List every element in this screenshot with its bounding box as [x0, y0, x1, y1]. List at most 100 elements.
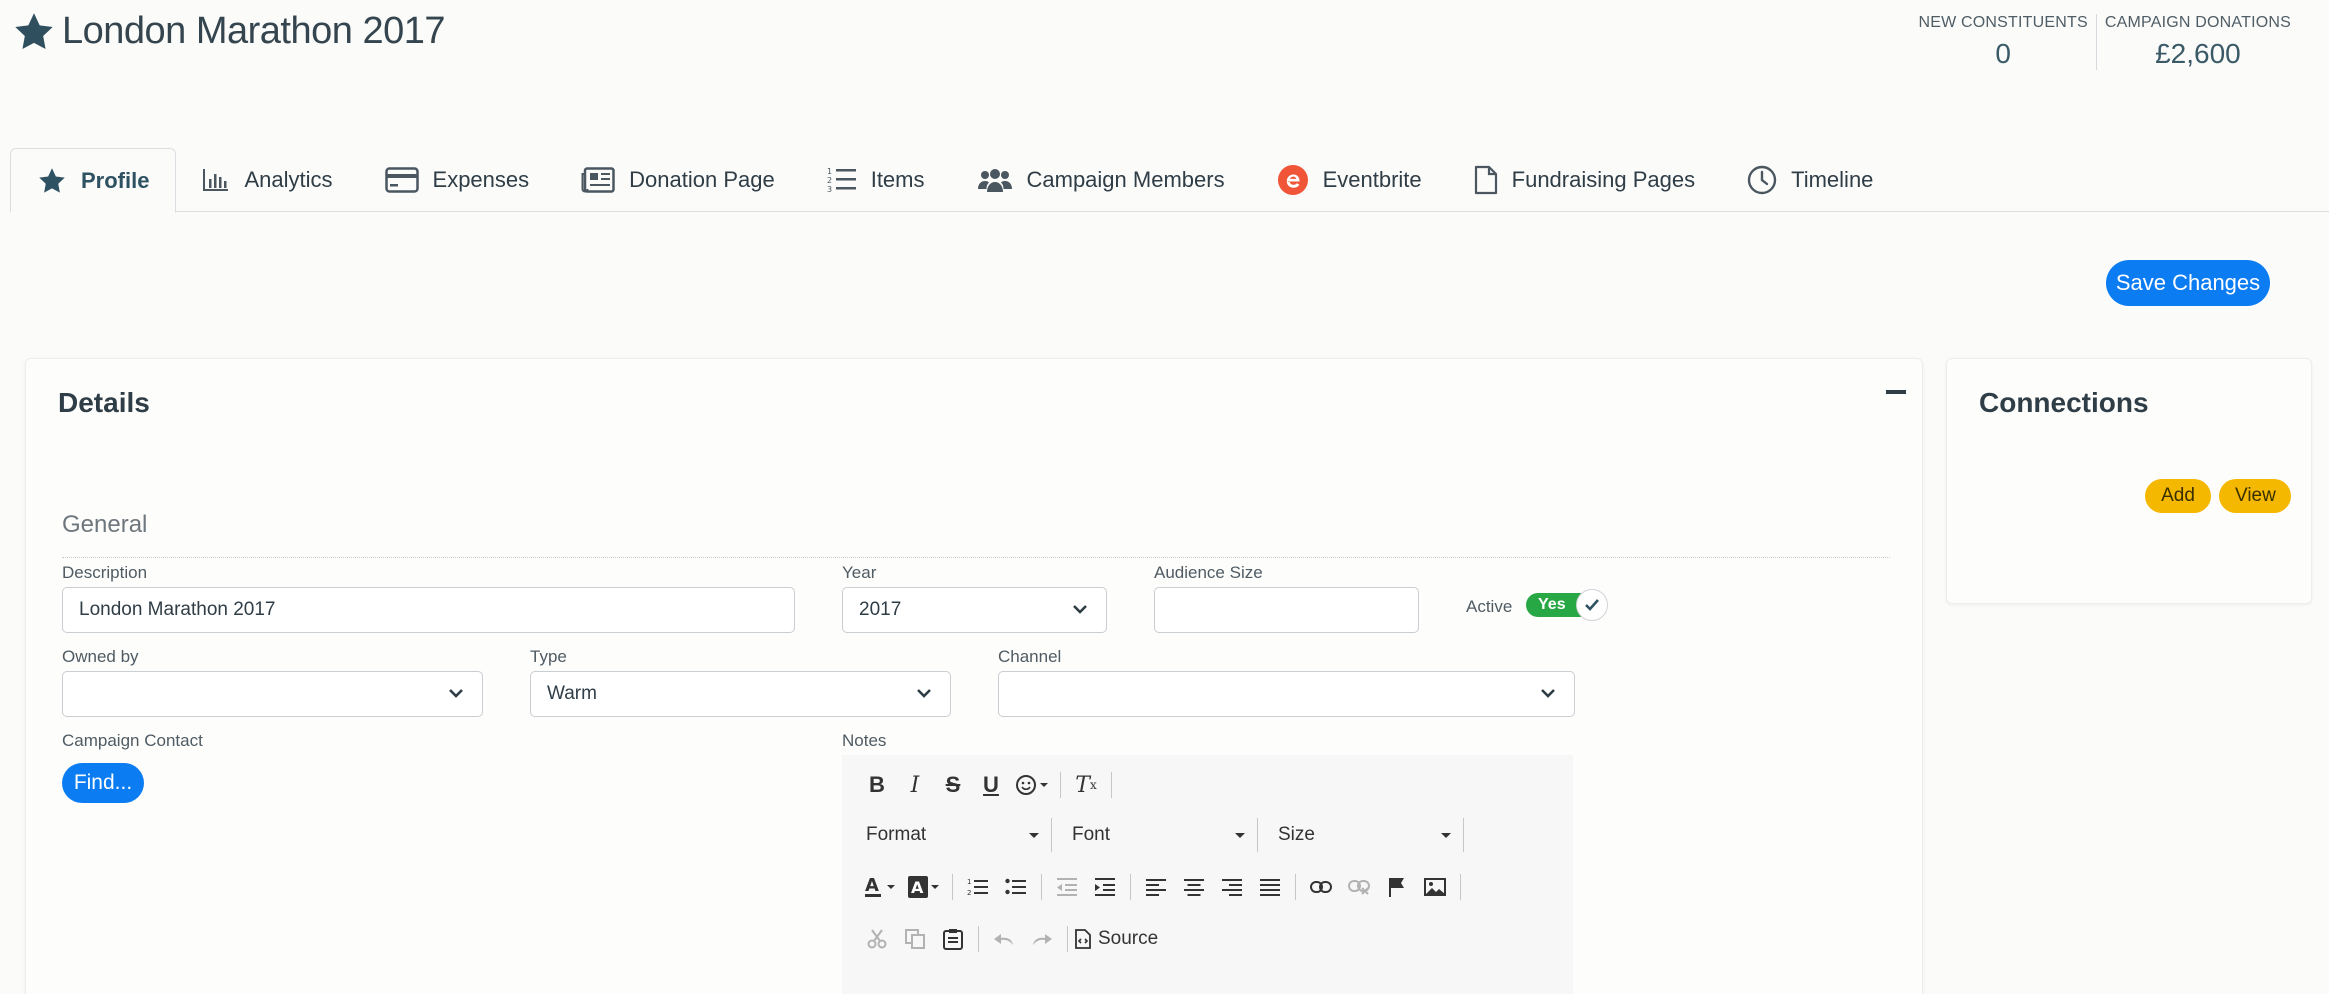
- editor-toolbar-row-2: Format Font Size: [842, 815, 1464, 855]
- chevron-down-icon: [1541, 689, 1555, 698]
- owned-by-select[interactable]: [62, 671, 483, 717]
- audience-size-label: Audience Size: [1154, 563, 1263, 582]
- toolbar-separator: [1041, 874, 1042, 900]
- underline-icon[interactable]: U: [972, 768, 1010, 802]
- outdent-icon[interactable]: [1048, 870, 1086, 904]
- tab-profile[interactable]: Profile: [10, 148, 177, 213]
- italic-icon[interactable]: I: [896, 768, 934, 802]
- chevron-down-icon: [449, 689, 463, 698]
- find-contact-button[interactable]: Find...: [62, 763, 144, 803]
- tab-fundraising-pages[interactable]: Fundraising Pages: [1448, 148, 1721, 212]
- page-title: London Marathon 2017: [62, 10, 446, 52]
- tab-timeline[interactable]: Timeline: [1721, 148, 1899, 212]
- year-label: Year: [842, 563, 877, 582]
- collapse-icon[interactable]: [1886, 390, 1906, 394]
- anchor-flag-icon[interactable]: [1378, 870, 1416, 904]
- channel-label: Channel: [998, 647, 1062, 666]
- tab-expenses[interactable]: Expenses: [359, 148, 556, 212]
- stat-campaign-donations: CAMPAIGN DONATIONS £2,600: [2095, 14, 2299, 70]
- type-value: Warm: [547, 683, 597, 704]
- bold-icon[interactable]: B: [858, 768, 896, 802]
- format-label: Format: [866, 824, 927, 845]
- tab-bar: Profile Analytics Expenses Donation Page…: [10, 148, 2329, 213]
- tab-label: Fundraising Pages: [1511, 167, 1696, 192]
- numbered-list-icon: 123: [827, 167, 856, 194]
- tab-analytics[interactable]: Analytics: [176, 148, 358, 212]
- type-select[interactable]: Warm: [530, 671, 951, 717]
- add-connection-button[interactable]: Add: [2145, 479, 2211, 513]
- file-icon: [1474, 165, 1497, 195]
- eventbrite-icon: [1277, 165, 1308, 195]
- numbered-list-icon[interactable]: 12: [959, 870, 997, 904]
- toolbar-separator: [1130, 874, 1131, 900]
- description-input[interactable]: London Marathon 2017: [62, 587, 795, 633]
- notes-editor: B I S U Tx Format Font Size A A 12 Sourc…: [842, 755, 1573, 994]
- tab-label: Timeline: [1791, 167, 1874, 192]
- unlink-icon[interactable]: [1340, 870, 1378, 904]
- notes-label: Notes: [842, 731, 887, 750]
- tab-label: Items: [870, 167, 925, 192]
- background-color-icon[interactable]: A: [902, 870, 946, 904]
- stat-label: CAMPAIGN DONATIONS: [2104, 14, 2291, 31]
- size-combo[interactable]: Size: [1264, 818, 1464, 852]
- active-label: Active: [1466, 597, 1513, 616]
- credit-card-icon: [384, 167, 419, 193]
- caret-down-icon: [1029, 832, 1039, 838]
- copy-icon[interactable]: [896, 922, 934, 956]
- cut-icon[interactable]: [858, 922, 896, 956]
- campaign-contact-label: Campaign Contact: [62, 731, 203, 750]
- save-changes-button[interactable]: Save Changes: [2106, 260, 2270, 306]
- tab-donation-page[interactable]: Donation Page: [555, 148, 801, 212]
- editor-toolbar-row-1: B I S U Tx: [842, 765, 1118, 805]
- toolbar-separator: [978, 926, 979, 952]
- strikethrough-icon[interactable]: S: [934, 768, 972, 802]
- toolbar-separator: [1460, 874, 1461, 900]
- align-center-icon[interactable]: [1175, 870, 1213, 904]
- view-connections-button[interactable]: View: [2219, 479, 2291, 513]
- clock-icon: [1747, 165, 1777, 195]
- check-icon: [1585, 599, 1599, 611]
- section-divider: [62, 557, 1890, 558]
- tab-label: Analytics: [244, 167, 333, 192]
- image-icon[interactable]: [1416, 870, 1454, 904]
- year-value: 2017: [859, 599, 902, 620]
- channel-select[interactable]: [998, 671, 1575, 717]
- details-title: Details: [58, 387, 150, 418]
- bulleted-list-icon[interactable]: [997, 870, 1035, 904]
- undo-icon[interactable]: [985, 922, 1023, 956]
- source-label: Source: [1098, 928, 1159, 949]
- emoji-icon[interactable]: [1010, 768, 1054, 802]
- clear-formatting-icon[interactable]: Tx: [1067, 768, 1105, 802]
- toggle-knob: [1576, 589, 1608, 621]
- tab-eventbrite[interactable]: Eventbrite: [1251, 148, 1448, 212]
- font-label: Font: [1072, 824, 1111, 845]
- tab-campaign-members[interactable]: Campaign Members: [951, 148, 1251, 212]
- description-value: London Marathon 2017: [79, 599, 276, 620]
- indent-icon[interactable]: [1086, 870, 1124, 904]
- align-right-icon[interactable]: [1213, 870, 1251, 904]
- caret-down-icon: [1235, 832, 1245, 838]
- svg-text:2: 2: [967, 889, 971, 897]
- svg-text:1: 1: [827, 167, 832, 176]
- align-left-icon[interactable]: [1137, 870, 1175, 904]
- tab-items[interactable]: 123 Items: [801, 148, 951, 212]
- format-combo[interactable]: Format: [852, 818, 1052, 852]
- audience-size-input[interactable]: [1154, 587, 1419, 633]
- type-label: Type: [530, 647, 567, 666]
- tab-label: Campaign Members: [1026, 167, 1225, 192]
- bar-chart-icon: [203, 169, 229, 191]
- editor-toolbar-row-4: Source: [842, 919, 1162, 959]
- year-select[interactable]: 2017: [842, 587, 1107, 633]
- paste-icon[interactable]: [934, 922, 972, 956]
- link-icon[interactable]: [1302, 870, 1340, 904]
- owned-by-label: Owned by: [62, 647, 139, 666]
- chevron-down-icon: [1073, 605, 1087, 614]
- align-justify-icon[interactable]: [1251, 870, 1289, 904]
- campaign-star-icon: [15, 13, 53, 50]
- redo-icon[interactable]: [1023, 922, 1061, 956]
- font-combo[interactable]: Font: [1058, 818, 1258, 852]
- text-color-icon[interactable]: A: [858, 870, 902, 904]
- source-code-icon[interactable]: Source: [1074, 922, 1162, 956]
- connections-title: Connections: [1979, 387, 2149, 418]
- active-toggle[interactable]: Yes: [1526, 589, 1610, 621]
